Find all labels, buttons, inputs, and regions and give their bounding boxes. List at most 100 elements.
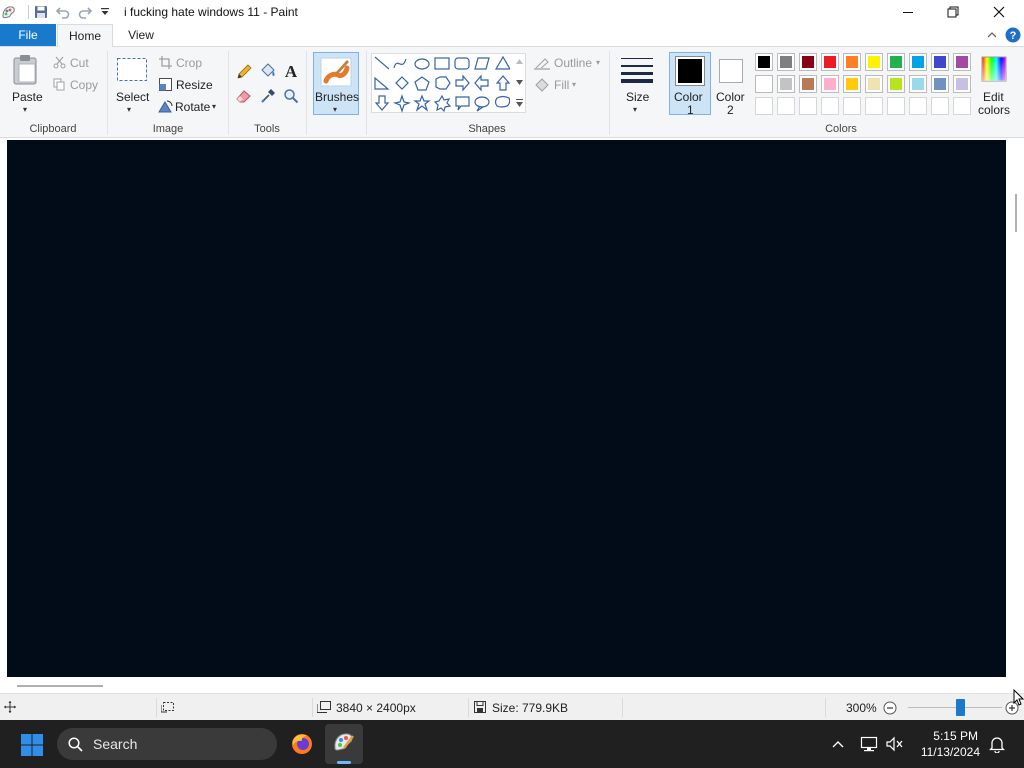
palette-swatch[interactable]	[821, 53, 839, 71]
crop-label: Crop	[176, 56, 203, 70]
paint-app-icon[interactable]	[0, 3, 18, 21]
color2-label-line2: 2	[727, 103, 734, 117]
redo-icon[interactable]	[76, 3, 94, 21]
palette-swatch-fill	[780, 78, 792, 90]
image-group-label: Image	[152, 123, 184, 135]
copy-label: Copy	[70, 78, 99, 92]
palette-swatch[interactable]	[777, 75, 795, 93]
palette-empty-slot[interactable]	[931, 97, 949, 115]
magnifier-icon[interactable]	[282, 87, 300, 105]
title-bar: i fucking hate windows 11 - Paint	[0, 0, 1024, 24]
color1-button[interactable]: Color 1	[669, 52, 711, 117]
eraser-icon[interactable]	[235, 87, 253, 105]
cursor-position-icon	[3, 700, 17, 714]
palette-empty-slot[interactable]	[777, 97, 795, 115]
chevron-down-icon: ▾	[633, 105, 638, 114]
palette-empty-slot[interactable]	[755, 97, 773, 115]
vertical-scroll-thumb[interactable]	[1015, 194, 1017, 232]
save-icon[interactable]	[32, 3, 50, 21]
palette-swatch-fill	[934, 78, 946, 90]
network-icon[interactable]	[859, 734, 879, 754]
palette-swatch-fill	[956, 56, 968, 68]
minimize-ribbon-icon[interactable]	[984, 27, 1000, 43]
help-icon[interactable]: ?	[1004, 26, 1021, 43]
palette-swatch-fill	[824, 56, 836, 68]
palette-empty-slot[interactable]	[865, 97, 883, 115]
palette-swatch[interactable]	[865, 53, 883, 71]
tab-view[interactable]: View	[118, 24, 164, 46]
brush-icon	[319, 56, 353, 88]
chevron-down-icon: ▾	[333, 105, 338, 114]
palette-swatch[interactable]	[931, 75, 949, 93]
close-button[interactable]	[976, 0, 1022, 24]
notification-bell-icon[interactable]	[987, 734, 1007, 754]
vertical-scrollbar[interactable]	[1008, 138, 1024, 677]
palette-empty-slot[interactable]	[821, 97, 839, 115]
shape-fill-icon	[533, 77, 551, 93]
pencil-icon[interactable]	[235, 63, 253, 81]
tab-file[interactable]: File	[0, 24, 56, 46]
zoom-out-icon[interactable]	[882, 700, 897, 715]
color-picker-icon[interactable]	[259, 87, 277, 105]
palette-swatch[interactable]	[865, 75, 883, 93]
taskbar-paint-button[interactable]	[325, 724, 363, 764]
start-button-windows-icon[interactable]	[20, 733, 44, 757]
clock-date[interactable]: 11/13/2024	[910, 745, 980, 759]
palette-swatch-fill	[912, 78, 924, 90]
palette-swatch[interactable]	[799, 53, 817, 71]
drawing-canvas[interactable]	[7, 140, 1006, 677]
brushes-button[interactable]: Brushes ▾	[313, 52, 359, 115]
firefox-icon[interactable]	[289, 731, 315, 757]
palette-swatch[interactable]	[821, 75, 839, 93]
svg-text:A: A	[285, 62, 298, 80]
palette-swatch-fill	[912, 56, 924, 68]
palette-empty-slot[interactable]	[909, 97, 927, 115]
expand-gallery-icon[interactable]	[514, 97, 524, 109]
tab-home[interactable]: Home	[57, 24, 113, 47]
scroll-up-icon[interactable]	[514, 56, 524, 66]
fill-bucket-icon[interactable]	[258, 62, 278, 80]
restore-button[interactable]	[930, 0, 976, 24]
palette-swatch[interactable]	[843, 75, 861, 93]
palette-swatch[interactable]	[931, 53, 949, 71]
palette-swatch[interactable]	[777, 53, 795, 71]
chevron-down-icon: ▾	[127, 105, 132, 114]
chevron-up-icon[interactable]	[830, 736, 846, 752]
group-separator	[306, 51, 307, 135]
customize-quick-access-icon[interactable]	[96, 3, 114, 21]
palette-swatch[interactable]	[843, 53, 861, 71]
scroll-down-icon[interactable]	[514, 77, 524, 87]
zoom-slider-thumb[interactable]	[956, 699, 965, 716]
palette-swatch[interactable]	[953, 75, 971, 93]
palette-swatch[interactable]	[953, 53, 971, 71]
palette-swatch[interactable]	[755, 75, 773, 93]
volume-muted-icon[interactable]	[885, 734, 905, 754]
taskbar-search-box[interactable]: Search	[57, 728, 277, 760]
horizontal-scroll-thumb[interactable]	[17, 685, 103, 687]
canvas-dimensions: 3840 × 2400px	[336, 701, 416, 715]
chevron-down-icon: ▾	[212, 102, 217, 111]
palette-swatch[interactable]	[799, 75, 817, 93]
undo-icon[interactable]	[54, 3, 72, 21]
palette-swatch-fill	[956, 100, 968, 112]
palette-swatch[interactable]	[887, 53, 905, 71]
shapes-gallery[interactable]	[371, 53, 526, 113]
palette-empty-slot[interactable]	[953, 97, 971, 115]
text-icon[interactable]: A	[282, 61, 300, 81]
palette-swatch[interactable]	[909, 75, 927, 93]
palette-empty-slot[interactable]	[843, 97, 861, 115]
tools-group-label: Tools	[254, 123, 280, 135]
palette-swatch[interactable]	[755, 53, 773, 71]
running-indicator	[337, 761, 351, 764]
palette-empty-slot[interactable]	[887, 97, 905, 115]
selection-size-icon	[160, 700, 176, 714]
edit-colors-label-line2: colors	[978, 103, 1011, 117]
minimize-button[interactable]	[885, 0, 931, 24]
palette-swatch[interactable]	[887, 75, 905, 93]
palette-empty-slot[interactable]	[799, 97, 817, 115]
color1-label-line1: Color	[674, 90, 703, 104]
color-spectrum-icon	[980, 55, 1008, 83]
scissors-icon	[52, 55, 66, 69]
palette-swatch[interactable]	[909, 53, 927, 71]
clock-time[interactable]: 5:15 PM	[920, 729, 978, 743]
